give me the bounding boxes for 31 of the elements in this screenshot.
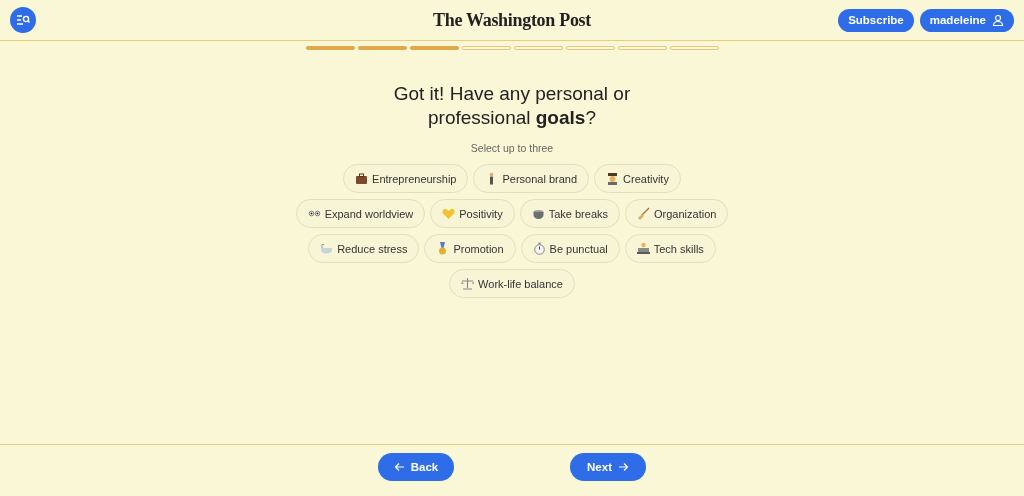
goal-chip[interactable]: Be punctual (520, 234, 620, 263)
scales-icon (461, 277, 475, 290)
goal-chip[interactable]: Tech skills (624, 234, 716, 263)
broom-icon (637, 207, 650, 220)
briefcase-icon (355, 172, 369, 185)
masthead-logo[interactable]: The Washington Post (433, 9, 591, 31)
goal-chip[interactable]: Personal brand (473, 164, 590, 193)
menu-search-icon (16, 13, 30, 27)
arrow-left-icon (393, 462, 405, 472)
bowl-icon (531, 207, 545, 220)
goal-chip[interactable]: Take breaks (519, 199, 620, 228)
hint-text: Select up to three (470, 142, 554, 154)
back-button[interactable]: Back (378, 453, 454, 481)
goal-chip[interactable]: Creativity (594, 164, 681, 193)
heart-icon (442, 207, 456, 220)
goal-chip[interactable]: Work-life balance (449, 269, 575, 298)
account-button[interactable]: madeleine (919, 8, 1014, 32)
goal-chip[interactable]: Positivity (430, 199, 515, 228)
goal-chip[interactable]: Promotion (424, 234, 516, 263)
user-icon (992, 14, 1004, 26)
arrow-right-icon (617, 462, 629, 472)
subscribe-button[interactable]: Subscribe (838, 8, 914, 32)
bathtub-icon (320, 242, 334, 255)
stopwatch-icon (532, 242, 546, 255)
menu-button[interactable] (10, 7, 36, 33)
goal-chip[interactable]: Expand worldview (295, 199, 426, 228)
next-button[interactable]: Next (570, 453, 646, 481)
goal-chip[interactable]: Reduce stress (308, 234, 420, 263)
goal-chip[interactable]: Entrepreneurship (343, 164, 469, 193)
goal-chip[interactable]: Organization (625, 199, 729, 228)
question-title: Got it! Have any personal or professional goals? (392, 82, 632, 130)
